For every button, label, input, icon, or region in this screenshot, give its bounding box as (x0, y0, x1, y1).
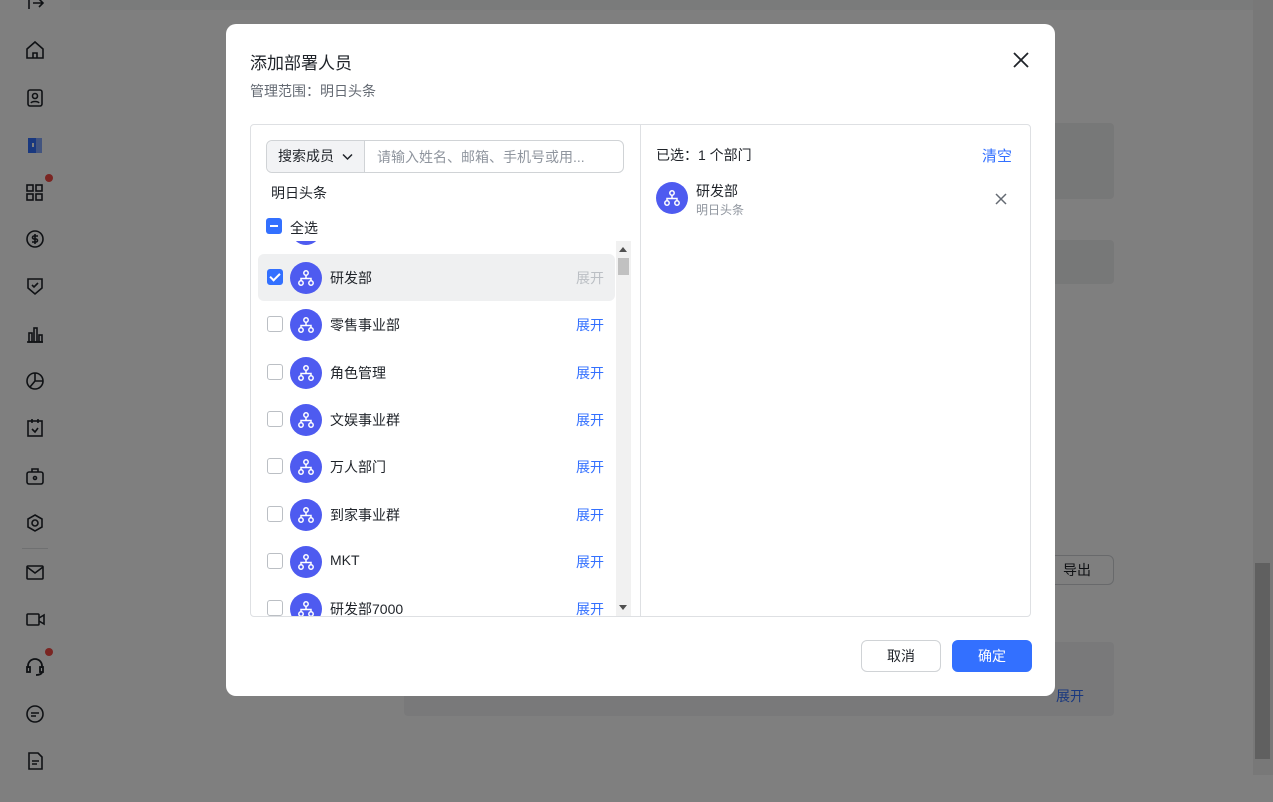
department-checkbox[interactable] (267, 553, 283, 569)
chevron-down-icon (342, 153, 353, 161)
department-checkbox[interactable] (267, 600, 283, 616)
selected-summary: 已选：1 个部门 (656, 147, 752, 163)
department-avatar (290, 593, 322, 616)
org-tree-icon (298, 459, 314, 475)
dialog-title: 添加部署人员 (250, 54, 352, 73)
search-type-label: 搜索成员 (278, 148, 334, 164)
department-row[interactable]: 文娱事业群 展开 (258, 396, 615, 443)
selected-item-org: 明日头条 (696, 203, 745, 217)
department-avatar (291, 241, 321, 245)
cancel-button[interactable]: 取消 (861, 640, 941, 672)
department-checkbox[interactable] (267, 316, 283, 332)
confirm-button[interactable]: 确定 (952, 640, 1032, 672)
department-row[interactable]: 角色管理 展开 (258, 349, 615, 396)
expand-link[interactable]: 展开 (576, 268, 604, 288)
select-all-label: 全选 (290, 220, 318, 236)
selected-item-name: 研发部 (696, 183, 738, 199)
expand-link[interactable]: 展开 (576, 410, 604, 430)
department-name: 研发部7000 (330, 601, 404, 616)
department-row[interactable]: 万人部门 展开 (258, 443, 615, 490)
expand-link[interactable]: 展开 (576, 505, 604, 525)
department-name: MKT (330, 552, 360, 568)
add-deployer-dialog: 添加部署人员 管理范围：明日头条 搜索成员 明日头条 全选 研发部展开零售事业部… (226, 24, 1055, 696)
department-name: 研发部 (330, 270, 372, 286)
close-icon[interactable] (1010, 49, 1032, 71)
management-scope: 管理范围：明日头条 (250, 83, 376, 99)
department-checkbox[interactable] (267, 458, 283, 474)
scrollbar-thumb[interactable] (618, 258, 629, 275)
scroll-down-icon[interactable] (619, 605, 627, 610)
search-type-select[interactable]: 搜索成员 (267, 141, 365, 172)
department-list-scrollbar[interactable] (616, 241, 631, 616)
clear-button[interactable]: 清空 (982, 145, 1012, 166)
org-tree-icon (298, 507, 314, 523)
expand-link[interactable]: 展开 (576, 457, 604, 477)
department-avatar (290, 404, 322, 436)
department-checkbox[interactable] (267, 506, 283, 522)
selection-panel: 搜索成员 明日头条 全选 研发部展开零售事业部展开角色管理展开文娱事业群展开万人… (250, 124, 1031, 617)
department-avatar (290, 546, 322, 578)
department-avatar (656, 182, 688, 214)
expand-link[interactable]: 展开 (576, 315, 604, 335)
org-tree-icon (664, 190, 680, 206)
department-row[interactable]: 零售事业部 展开 (258, 301, 615, 348)
department-avatar (290, 357, 322, 389)
org-tree-icon (298, 270, 314, 286)
department-row[interactable]: MKT 展开 (258, 538, 615, 585)
department-list[interactable]: 研发部 展开 零售事业部 展开 角色管理 展开 文娱事业群 展开 万人部门 展开 到家事业群 展开 MK… (251, 241, 639, 616)
department-name: 到家事业群 (330, 507, 400, 523)
org-tree-icon (298, 317, 314, 333)
department-name: 角色管理 (330, 365, 386, 381)
selected-item: 研发部 明日头条 (656, 179, 1018, 219)
department-row[interactable]: 研发部 展开 (258, 254, 615, 301)
department-avatar (290, 262, 322, 294)
expand-link[interactable]: 展开 (576, 552, 604, 572)
department-avatar (290, 451, 322, 483)
department-avatar (290, 309, 322, 341)
department-checkbox[interactable] (267, 269, 283, 285)
department-row[interactable]: 研发部7000 展开 (258, 585, 615, 616)
org-tree-icon (298, 365, 314, 381)
expand-link[interactable]: 展开 (576, 599, 604, 616)
indeterminate-checkbox-icon (266, 218, 282, 234)
department-checkbox[interactable] (267, 364, 283, 380)
expand-link[interactable]: 展开 (576, 363, 604, 383)
panel-divider (640, 125, 641, 616)
department-name: 文娱事业群 (330, 412, 400, 428)
select-all-checkbox[interactable]: 全选 (266, 217, 346, 237)
member-search: 搜索成员 (266, 140, 624, 173)
department-name: 万人部门 (330, 459, 386, 475)
department-avatar (290, 499, 322, 531)
org-tree-icon (298, 412, 314, 428)
search-input[interactable] (366, 141, 622, 172)
department-checkbox[interactable] (267, 411, 283, 427)
org-breadcrumb[interactable]: 明日头条 (271, 183, 327, 203)
scroll-up-icon[interactable] (619, 247, 627, 252)
remove-icon[interactable] (993, 191, 1009, 207)
org-tree-icon (298, 554, 314, 570)
org-tree-icon (298, 601, 314, 616)
department-row[interactable]: 到家事业群 展开 (258, 491, 615, 538)
department-name: 零售事业部 (330, 317, 400, 333)
